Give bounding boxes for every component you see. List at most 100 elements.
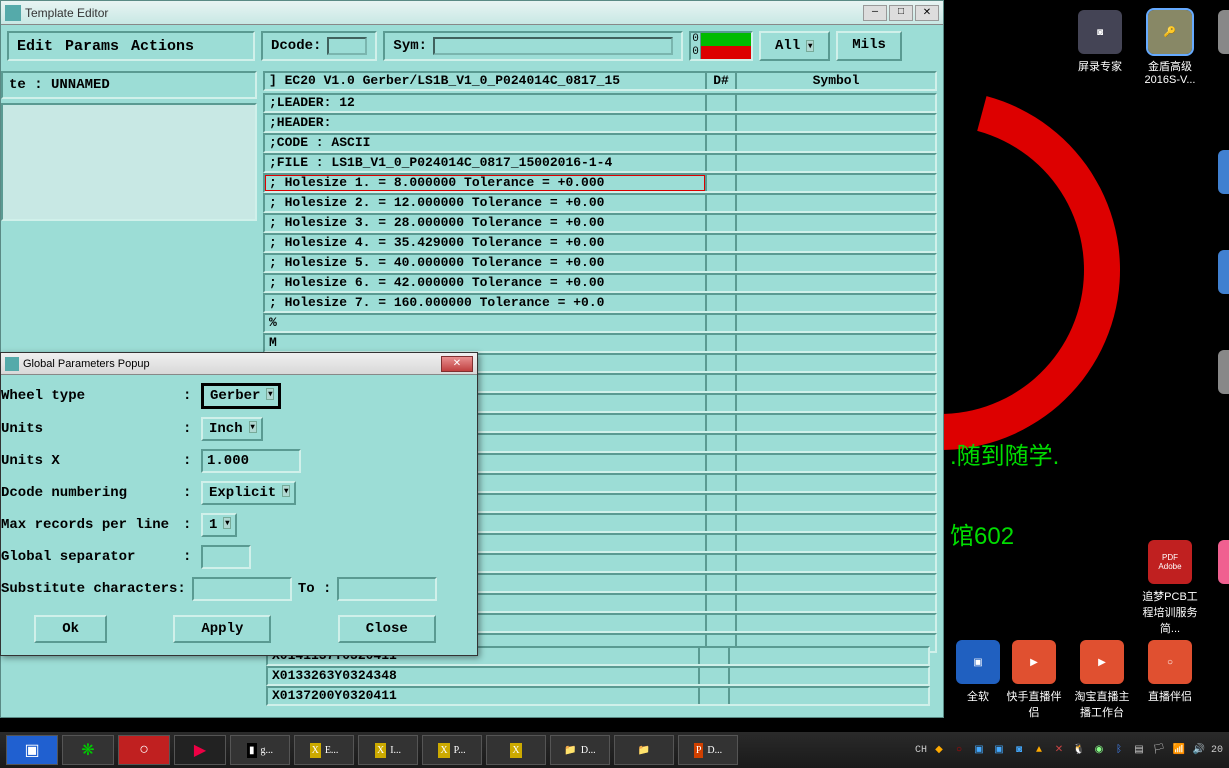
tb-folder-2[interactable]: 📁 <box>614 735 674 765</box>
desktop-icon-pdf[interactable]: PDFAdobe 追梦PCB工程培训服务简... <box>1140 540 1200 636</box>
tray-icon[interactable]: ▣ <box>991 742 1007 758</box>
table-row[interactable]: ; Holesize 7. = 160.000000 Tolerance = +… <box>263 293 937 313</box>
status-green <box>701 33 751 46</box>
icon-label: 追梦PCB工程培训服务简... <box>1140 588 1200 636</box>
table-row[interactable]: ;CODE : ASCII <box>263 133 937 153</box>
icon-label: 快手直播伴侣 <box>1004 688 1064 720</box>
tray-bluetooth-icon[interactable]: ᛒ <box>1111 742 1127 758</box>
desktop-icon-net2[interactable]: e 网 <box>1210 250 1229 314</box>
table-row[interactable]: ; Holesize 2. = 12.000000 Tolerance = +0… <box>263 193 937 213</box>
units-label: Units <box>1 421 177 437</box>
table-row[interactable]: ;FILE : LS1B_V1_0_P024014C_0817_15002016… <box>263 153 937 173</box>
tray-icon[interactable]: 🏳 <box>1151 742 1167 758</box>
tb-app-1[interactable]: ▣ <box>6 735 58 765</box>
close-button[interactable]: ✕ <box>915 5 939 21</box>
tray-icon[interactable]: ▣ <box>971 742 987 758</box>
table-header: ] EC20 V1.0 Gerber/LS1B_V1_0_P024014C_08… <box>263 71 937 91</box>
desktop-icon-quan[interactable]: ▣ 全软 <box>948 640 1008 704</box>
menu-edit[interactable]: Edit <box>17 38 53 55</box>
tray-lang[interactable]: CH <box>915 745 927 756</box>
tb-app-p[interactable]: XP... <box>422 735 482 765</box>
max-records-dropdown[interactable]: 1 <box>201 513 237 537</box>
tray-icon[interactable]: ▤ <box>1131 742 1147 758</box>
tray-icon[interactable]: ▲ <box>1031 742 1047 758</box>
tray-icon[interactable]: ◉ <box>1091 742 1107 758</box>
popup-title: Global Parameters Popup <box>23 358 441 370</box>
units-x-label: Units X <box>1 453 177 469</box>
apply-button[interactable]: Apply <box>173 615 271 643</box>
dropdown-icon: ▾ <box>806 40 814 52</box>
popup-close-button[interactable]: ✕ <box>441 356 473 372</box>
desktop-icon-bili[interactable]: ▶ 哔 <box>1210 540 1229 604</box>
dcode-numbering-label: Dcode numbering <box>1 485 177 501</box>
desktop-icon-pei[interactable]: ▤ 培 <box>1210 350 1229 414</box>
table-row[interactable]: % <box>263 313 937 333</box>
global-params-popup: Global Parameters Popup ✕ Wheel type : G… <box>0 352 478 656</box>
dcode-numbering-dropdown[interactable]: Explicit <box>201 481 296 505</box>
tb-app-3[interactable]: ○ <box>118 735 170 765</box>
template-preview <box>1 103 257 221</box>
desktop-icon-net[interactable]: e 网 <box>1210 150 1229 214</box>
tray-icon[interactable]: ○ <box>951 742 967 758</box>
table-row[interactable]: X0137200Y0320411 <box>266 686 930 706</box>
icon-label: 直播伴侣 <box>1148 688 1192 704</box>
tray-time[interactable]: 20 <box>1211 745 1223 756</box>
maximize-button[interactable]: □ <box>889 5 913 21</box>
global-sep-input[interactable] <box>201 545 251 569</box>
popup-titlebar[interactable]: Global Parameters Popup ✕ <box>1 353 477 375</box>
subst-from-input[interactable] <box>192 577 292 601</box>
desktop-icon-taobao[interactable]: ▶ 淘宝直播主播工作台 <box>1072 640 1132 720</box>
tb-app-i[interactable]: XI... <box>358 735 418 765</box>
tray-icon[interactable]: ◆ <box>931 742 947 758</box>
icon-label: 金盾高级2016S-V... <box>1140 58 1200 86</box>
table-row[interactable]: ; Holesize 3. = 28.000000 Tolerance = +0… <box>263 213 937 233</box>
dcode-input[interactable] <box>327 37 367 55</box>
desktop-icon-spec[interactable]: 专 <box>1210 10 1229 54</box>
units-x-input[interactable] <box>201 449 301 473</box>
tray-icon[interactable]: ◙ <box>1011 742 1027 758</box>
table-row[interactable]: ;LEADER: 12 <box>263 93 937 113</box>
ok-button[interactable]: Ok <box>34 615 107 643</box>
desktop-icon-ks[interactable]: ▶ 快手直播伴侣 <box>1004 640 1064 720</box>
system-tray: CH ◆ ○ ▣ ▣ ◙ ▲ ✕ 🐧 ◉ ᛒ ▤ 🏳 📶 🔊 20 <box>915 742 1223 758</box>
dcode-field: Dcode: <box>261 31 377 61</box>
table-row[interactable]: M <box>263 333 937 353</box>
desktop-icon-zhibo[interactable]: ○ 直播伴侣 <box>1140 640 1200 704</box>
titlebar[interactable]: Template Editor — □ ✕ <box>1 1 943 25</box>
tb-ppt[interactable]: PD... <box>678 735 738 765</box>
table-row[interactable]: ; Holesize 4. = 35.429000 Tolerance = +0… <box>263 233 937 253</box>
tb-folder-d[interactable]: 📁D... <box>550 735 610 765</box>
desktop-text-1: .随到随学. <box>950 436 1059 471</box>
table-row[interactable]: X0133263Y0324348 <box>266 666 930 686</box>
tb-terminal[interactable]: ▮g... <box>230 735 290 765</box>
sym-field: Sym: <box>383 31 683 61</box>
minimize-button[interactable]: — <box>863 5 887 21</box>
units-dropdown[interactable]: Inch <box>201 417 263 441</box>
subst-to-input[interactable] <box>337 577 437 601</box>
sym-input[interactable] <box>433 37 673 55</box>
desktop-icon-screenrec[interactable]: ◙ 屏录专家 <box>1070 10 1130 74</box>
tb-app-5[interactable]: X <box>486 735 546 765</box>
tray-icon[interactable]: ✕ <box>1051 742 1067 758</box>
tb-wechat-icon[interactable]: ❋ <box>62 735 114 765</box>
mils-button[interactable]: Mils <box>836 31 902 61</box>
table-row[interactable]: ;HEADER: <box>263 113 937 133</box>
icon-label: 屏录专家 <box>1078 58 1122 74</box>
close-button[interactable]: Close <box>338 615 436 643</box>
wheel-type-dropdown[interactable]: Gerber <box>201 383 281 409</box>
menu-actions[interactable]: Actions <box>131 38 194 55</box>
tray-qq-icon[interactable]: 🐧 <box>1071 742 1087 758</box>
all-button[interactable]: All ▾ <box>759 31 830 61</box>
tray-network-icon[interactable]: 📶 <box>1171 742 1187 758</box>
tb-app-e[interactable]: XE... <box>294 735 354 765</box>
table-row[interactable]: ; Holesize 6. = 42.000000 Tolerance = +0… <box>263 273 937 293</box>
menu-params[interactable]: Params <box>65 38 119 55</box>
table-row[interactable]: ; Holesize 1. = 8.000000 Tolerance = +0.… <box>263 173 937 193</box>
status-red <box>701 46 751 59</box>
tray-volume-icon[interactable]: 🔊 <box>1191 742 1207 758</box>
subst-label: Substitute characters: <box>1 581 186 597</box>
desktop-icon-jindun[interactable]: 🔑 金盾高级2016S-V... <box>1140 10 1200 86</box>
tb-app-4[interactable]: ▶ <box>174 735 226 765</box>
table-row[interactable]: ; Holesize 5. = 40.000000 Tolerance = +0… <box>263 253 937 273</box>
desktop-text-2: 馆602 <box>950 516 1014 551</box>
